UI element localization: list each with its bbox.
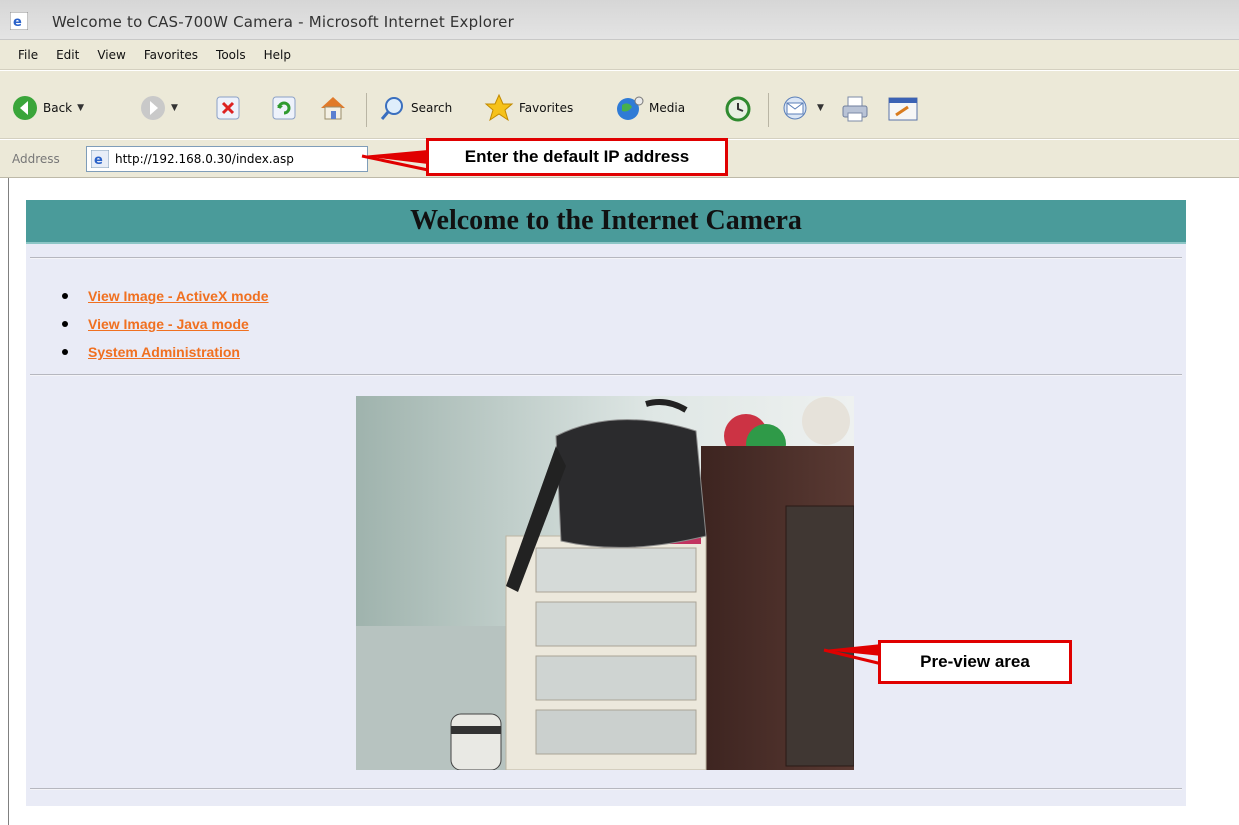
divider [30,257,1182,259]
navigation-links: View Image - ActiveX mode View Image - J… [62,282,269,366]
camera-snapshot-illustration [356,396,854,770]
menu-help[interactable]: Help [264,48,291,62]
search-button[interactable]: Search [380,95,452,121]
favorites-label: Favorites [519,101,574,115]
ie-page-icon: e [91,150,109,168]
callout-preview-area: Pre-view area [878,640,1072,684]
menu-file[interactable]: File [18,48,38,62]
mail-button[interactable]: ▼ [782,95,824,121]
back-dropdown-icon[interactable]: ▼ [77,103,84,113]
media-globe-icon [617,96,644,120]
menu-bar: File Edit View Favorites Tools Help [0,40,1239,70]
search-label: Search [411,101,453,115]
camera-preview-image [356,396,854,770]
address-input[interactable]: e http://192.168.0.30/index.asp [86,146,368,172]
list-item: View Image - ActiveX mode [62,282,269,310]
home-icon [321,97,345,120]
svg-text:e: e [13,15,22,30]
back-label: Back [43,101,73,115]
page-header-bar: Welcome to the Internet Camera [26,200,1186,244]
stop-button[interactable] [216,96,240,120]
refresh-icon [272,96,296,120]
window-title-bar: e Welcome to CAS-700W Camera - Microsoft… [0,0,1239,40]
edit-window-icon [888,97,918,121]
printer-icon [842,96,868,122]
svg-text:e: e [94,153,103,168]
bullet-icon [62,349,68,355]
media-label: Media [649,101,686,115]
list-item: View Image - Java mode [62,310,269,338]
callout-ip-pointer [361,150,429,172]
bullet-icon [62,293,68,299]
stop-icon [216,96,240,120]
home-button[interactable] [318,93,348,123]
media-button[interactable]: Media [616,95,685,121]
callout-preview-pointer [823,644,883,666]
favorites-button[interactable]: Favorites [484,93,573,123]
mail-dropdown-icon[interactable]: ▼ [817,103,824,113]
standard-toolbar: Back ▼ ▼ Search Favorites Media ▼ [0,71,1239,139]
menu-tools[interactable]: Tools [216,48,246,62]
list-item: System Administration [62,338,269,366]
menu-view[interactable]: View [97,48,125,62]
print-button[interactable] [840,95,870,123]
link-view-image-java[interactable]: View Image - Java mode [88,316,249,332]
link-system-administration[interactable]: System Administration [88,344,240,360]
window-title: Welcome to CAS-700W Camera - Microsoft I… [52,13,514,31]
callout-preview-text: Pre-view area [920,652,1030,671]
menu-favorites[interactable]: Favorites [144,48,198,62]
favorites-star-icon [484,93,514,122]
callout-ip-address: Enter the default IP address [426,138,728,176]
internet-explorer-icon: e [10,12,28,30]
edit-page-button[interactable] [888,97,918,121]
address-url: http://192.168.0.30/index.asp [115,152,294,166]
toolbar-separator [768,93,769,127]
forward-arrow-icon [141,96,165,120]
link-view-image-activex[interactable]: View Image - ActiveX mode [88,288,269,304]
page-heading: Welcome to the Internet Camera [410,205,802,236]
callout-ip-text: Enter the default IP address [464,147,690,166]
back-arrow-icon [13,96,37,120]
history-button[interactable] [724,95,752,123]
forward-button[interactable]: ▼ [140,95,178,121]
forward-dropdown-icon[interactable]: ▼ [171,103,178,113]
menu-edit[interactable]: Edit [56,48,79,62]
bullet-icon [62,321,68,327]
divider [30,374,1182,376]
toolbar-separator [366,93,367,127]
search-icon [380,97,403,120]
address-label: Address [12,152,60,166]
refresh-button[interactable] [272,96,296,120]
divider [30,788,1182,790]
mail-icon [783,96,807,120]
back-button[interactable]: Back ▼ [12,95,84,121]
history-clock-icon [725,96,751,122]
